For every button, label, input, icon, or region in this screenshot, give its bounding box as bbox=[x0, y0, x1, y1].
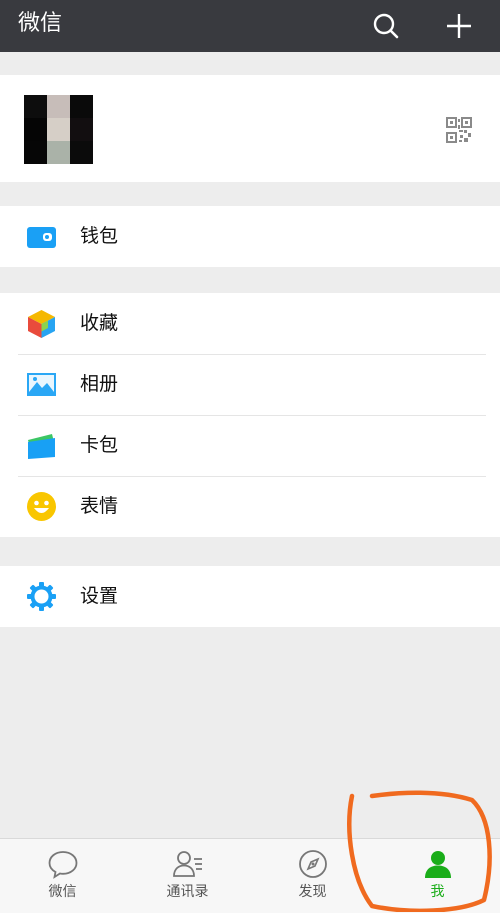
smiley-icon bbox=[27, 492, 56, 521]
tab-me[interactable]: 我 bbox=[375, 839, 500, 913]
tab-label: 发现 bbox=[298, 884, 327, 900]
tab-label: 通讯录 bbox=[166, 884, 209, 900]
menu-item-label: 收藏 bbox=[80, 312, 119, 334]
photo-icon bbox=[27, 373, 56, 396]
settings-group: 设置 bbox=[0, 566, 500, 627]
tab-label: 微信 bbox=[48, 884, 77, 900]
compass-icon bbox=[299, 850, 327, 878]
tab-discover[interactable]: 发现 bbox=[250, 839, 375, 913]
wallet-icon bbox=[27, 227, 56, 248]
menu-item-label: 相册 bbox=[80, 373, 119, 395]
chat-bubble-icon bbox=[48, 851, 78, 879]
menu-item-label: 设置 bbox=[80, 585, 119, 607]
menu-item-stickers[interactable]: 表情 bbox=[0, 476, 500, 537]
menu-item-label: 钱包 bbox=[80, 225, 119, 247]
menu-item-settings[interactable]: 设置 bbox=[0, 566, 500, 627]
avatar[interactable] bbox=[24, 95, 93, 164]
tab-contacts[interactable]: 通讯录 bbox=[125, 839, 250, 913]
menu-item-album[interactable]: 相册 bbox=[0, 354, 500, 415]
tab-chats[interactable]: 微信 bbox=[0, 839, 125, 913]
contacts-icon bbox=[173, 851, 202, 877]
profile-card[interactable] bbox=[0, 75, 500, 182]
collection-group: 收藏 相册 卡包 表情 bbox=[0, 293, 500, 537]
wallet-group: 钱包 bbox=[0, 206, 500, 267]
person-icon bbox=[425, 851, 451, 878]
search-icon[interactable] bbox=[370, 10, 402, 42]
qr-code-icon[interactable] bbox=[446, 117, 472, 143]
card-holder-icon bbox=[28, 434, 55, 459]
cube-icon bbox=[28, 310, 55, 338]
tab-label: 我 bbox=[430, 884, 445, 900]
app-title: 微信 bbox=[18, 11, 63, 36]
top-bar: 微信 bbox=[0, 0, 500, 52]
plus-icon[interactable] bbox=[443, 10, 475, 42]
menu-item-label: 卡包 bbox=[80, 434, 119, 456]
menu-item-favorites[interactable]: 收藏 bbox=[0, 293, 500, 354]
menu-item-wallet[interactable]: 钱包 bbox=[0, 206, 500, 267]
gear-icon bbox=[27, 582, 56, 611]
bottom-tab-bar: 微信 通讯录 发现 我 bbox=[0, 838, 500, 913]
menu-item-cards[interactable]: 卡包 bbox=[0, 415, 500, 476]
menu-item-label: 表情 bbox=[80, 495, 119, 517]
